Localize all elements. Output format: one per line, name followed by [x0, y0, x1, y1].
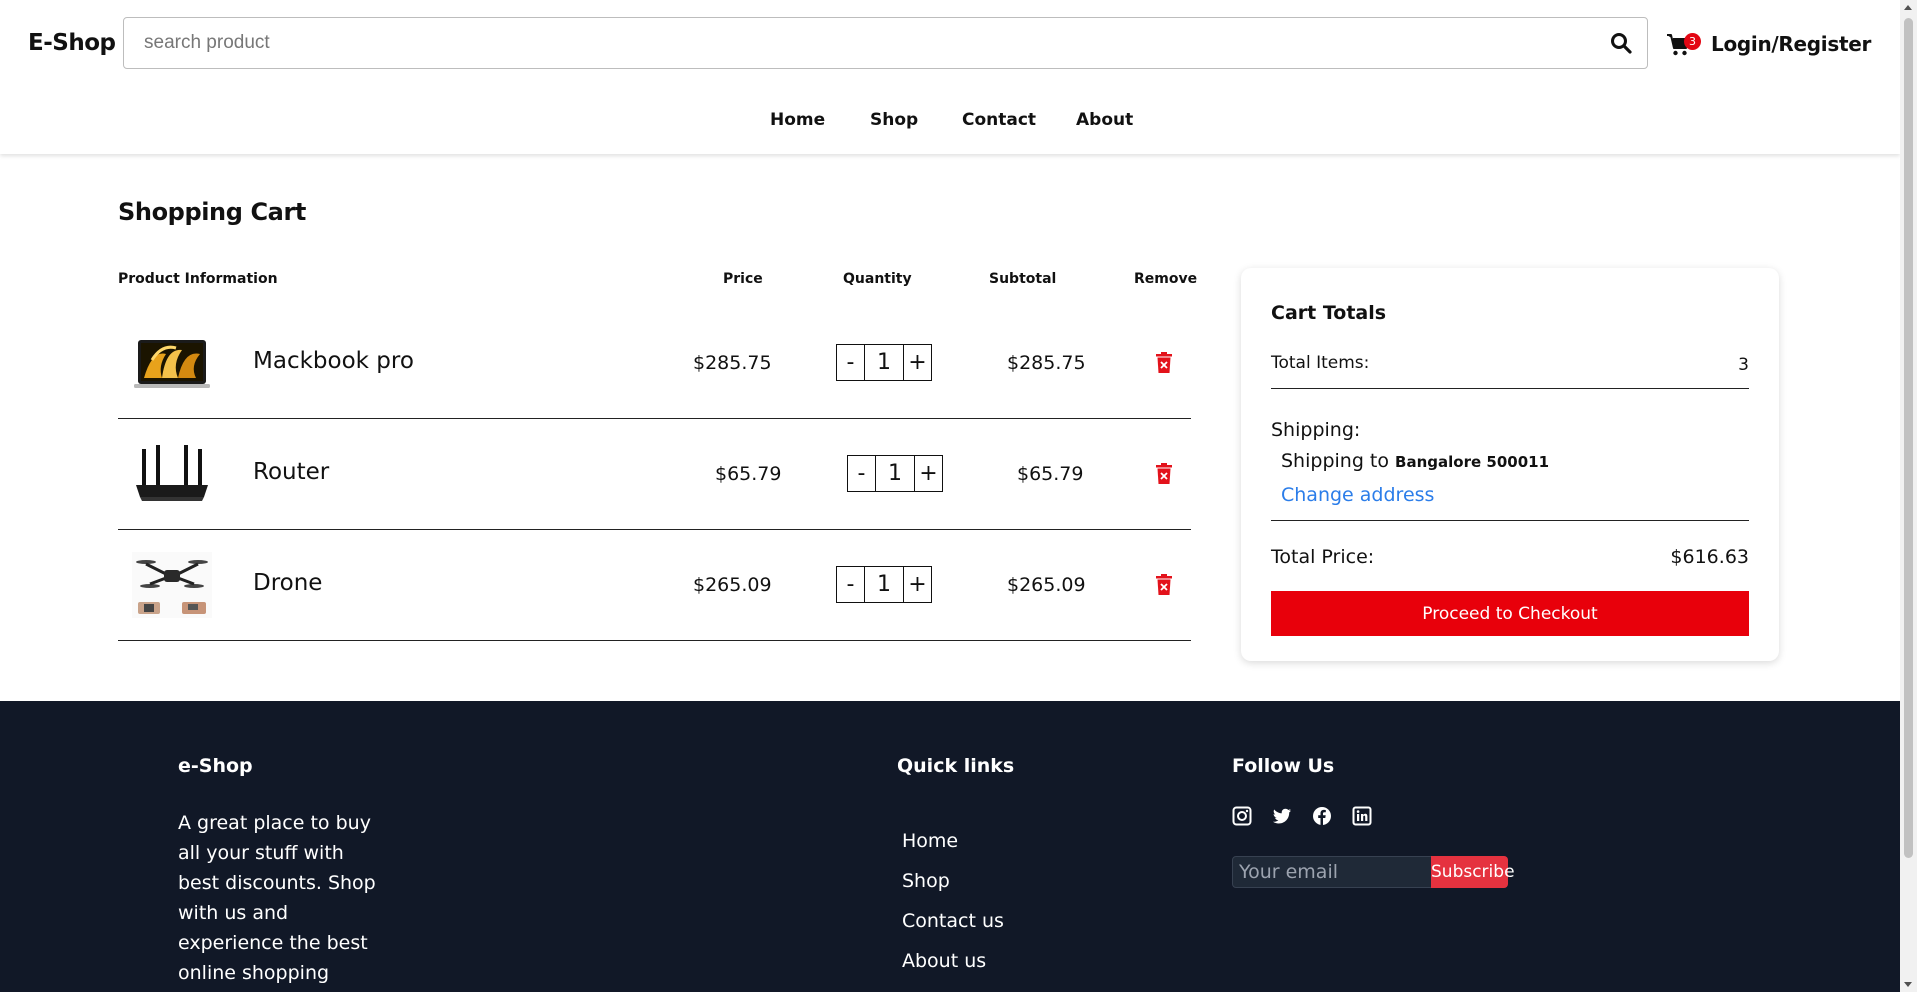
product-price: $265.09: [693, 574, 772, 596]
search-bar: [123, 17, 1648, 69]
total-price-value: $616.63: [1670, 546, 1749, 568]
instagram-icon[interactable]: [1232, 806, 1252, 826]
product-subtotal: $285.75: [1007, 352, 1086, 374]
footer-link-about[interactable]: About us: [902, 950, 986, 972]
decrease-qty-button[interactable]: -: [836, 344, 865, 381]
product-subtotal: $65.79: [1017, 463, 1084, 485]
shipping-to-label: Shipping to: [1281, 450, 1389, 472]
scroll-down-arrow-icon[interactable]: [1904, 982, 1912, 987]
shipping-to: Shipping to Bangalore 500011: [1281, 450, 1549, 472]
router-image[interactable]: [132, 441, 212, 507]
footer-link-shop[interactable]: Shop: [902, 870, 950, 892]
checkout-button[interactable]: Proceed to Checkout: [1271, 591, 1749, 636]
change-address-link[interactable]: Change address: [1281, 484, 1434, 506]
increase-qty-button[interactable]: +: [903, 566, 932, 603]
cart-button[interactable]: 3: [1666, 30, 1701, 58]
linkedin-icon[interactable]: [1352, 806, 1372, 826]
decrease-qty-button[interactable]: -: [847, 455, 876, 492]
shipping-address: Bangalore 500011: [1395, 453, 1550, 471]
cart-totals-title: Cart Totals: [1271, 302, 1387, 324]
cart-row: Router $65.79 - 1 + $65.79: [118, 419, 1191, 530]
drone-image[interactable]: [132, 552, 212, 618]
nav-shop[interactable]: Shop: [870, 110, 918, 130]
product-subtotal: $265.09: [1007, 574, 1086, 596]
site-header: E-Shop 3 Login/Register Home Shop Contac…: [0, 0, 1900, 154]
product-price: $285.75: [693, 352, 772, 374]
page-scrollbar[interactable]: [1900, 0, 1917, 992]
col-price: Price: [723, 271, 763, 287]
trash-icon[interactable]: [1155, 352, 1173, 374]
product-name[interactable]: Drone: [253, 570, 322, 596]
increase-qty-button[interactable]: +: [914, 455, 943, 492]
col-quantity: Quantity: [843, 271, 912, 287]
divider: [1271, 520, 1749, 521]
page: E-Shop 3 Login/Register Home Shop Contac…: [0, 0, 1900, 992]
cart-count-badge: 3: [1684, 33, 1701, 50]
cart-totals-card: Cart Totals Total Items: 3 Shipping: Shi…: [1241, 268, 1779, 661]
site-footer: e-Shop A great place to buy all your stu…: [0, 701, 1900, 992]
twitter-icon[interactable]: [1272, 806, 1292, 826]
total-items-value: 3: [1738, 355, 1749, 375]
cart-row: Drone $265.09 - 1 + $265.09: [118, 530, 1191, 641]
footer-link-home[interactable]: Home: [902, 830, 958, 852]
quantity-value: 1: [865, 344, 903, 381]
follow-us-title: Follow Us: [1232, 755, 1335, 777]
quantity-value: 1: [865, 566, 903, 603]
col-remove: Remove: [1134, 271, 1198, 287]
shipping-label: Shipping:: [1271, 419, 1361, 441]
page-title: Shopping Cart: [118, 198, 306, 226]
trash-icon[interactable]: [1155, 574, 1173, 596]
newsletter-email-input[interactable]: [1232, 856, 1432, 888]
product-name[interactable]: Mackbook pro: [253, 348, 414, 374]
total-items-row: Total Items: 3: [1271, 353, 1749, 389]
trash-icon[interactable]: [1155, 463, 1173, 485]
footer-brand: e-Shop: [178, 755, 253, 777]
product-name[interactable]: Router: [253, 459, 329, 485]
nav-about[interactable]: About: [1076, 110, 1133, 130]
col-subtotal: Subtotal: [989, 271, 1057, 287]
macbook-image[interactable]: [132, 330, 212, 396]
facebook-icon[interactable]: [1312, 806, 1332, 826]
search-input[interactable]: [124, 18, 1584, 68]
product-price: $65.79: [715, 463, 782, 485]
quantity-stepper: - 1 +: [847, 455, 943, 492]
total-items-label: Total Items:: [1271, 353, 1370, 373]
subscribe-button[interactable]: Subscribe: [1431, 856, 1515, 888]
footer-description: A great place to buy all your stuff with…: [178, 812, 376, 984]
nav-contact[interactable]: Contact: [962, 110, 1036, 130]
nav-home[interactable]: Home: [770, 110, 825, 130]
quantity-value: 1: [876, 455, 914, 492]
increase-qty-button[interactable]: +: [903, 344, 932, 381]
quantity-stepper: - 1 +: [836, 566, 932, 603]
login-register-link[interactable]: Login/Register: [1711, 32, 1871, 56]
scroll-up-arrow-icon[interactable]: [1904, 5, 1912, 10]
quantity-stepper: - 1 +: [836, 344, 932, 381]
quick-links-title: Quick links: [897, 755, 1015, 777]
col-product-info: Product Information: [118, 271, 278, 287]
scrollbar-thumb[interactable]: [1904, 18, 1913, 858]
cart-row: Mackbook pro $285.75 - 1 + $285.75: [118, 308, 1191, 419]
footer-link-contact[interactable]: Contact us: [902, 910, 1004, 932]
search-icon[interactable]: [1609, 31, 1633, 55]
total-price-label: Total Price:: [1271, 546, 1375, 568]
site-logo[interactable]: E-Shop: [28, 30, 116, 56]
decrease-qty-button[interactable]: -: [836, 566, 865, 603]
